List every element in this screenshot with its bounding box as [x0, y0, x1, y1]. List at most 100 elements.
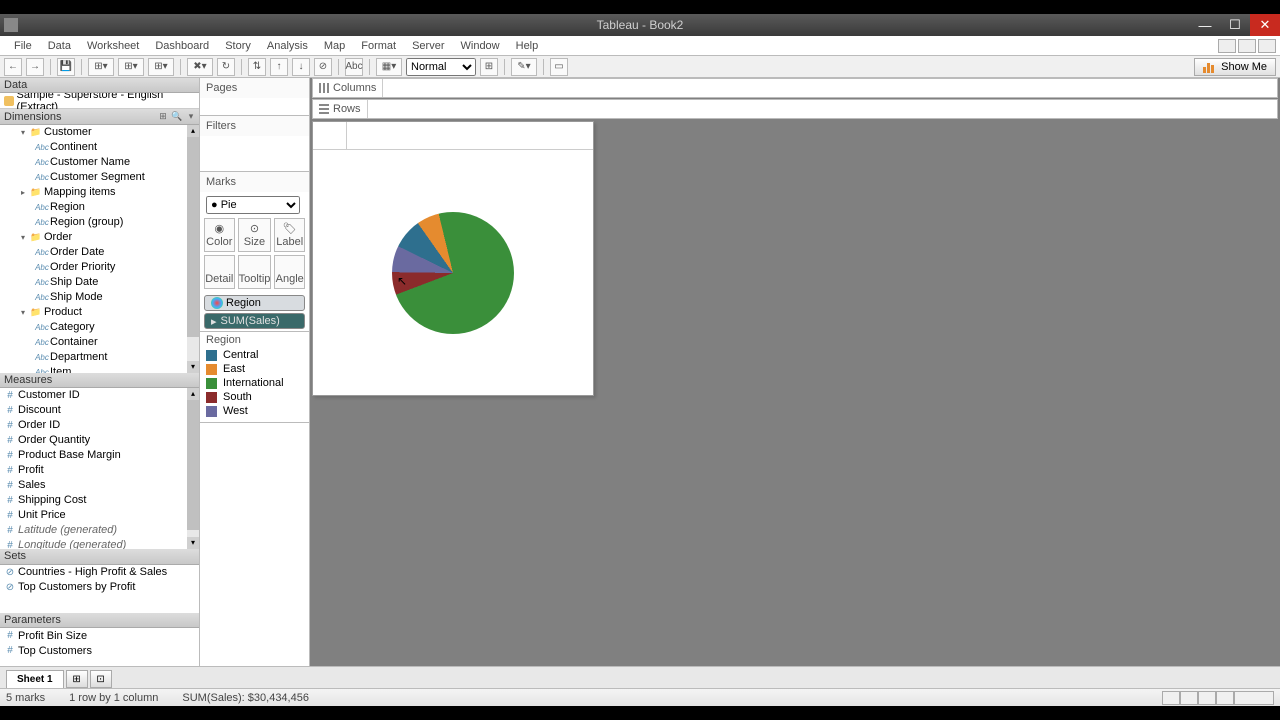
dim-group-product[interactable]: ▾📁Product	[0, 305, 199, 320]
meas-scroll-up[interactable]: ▴	[187, 388, 199, 400]
nav-prev-button[interactable]	[1180, 691, 1198, 705]
mark-angle[interactable]: Angle	[274, 255, 305, 289]
menu-map[interactable]: Map	[316, 40, 353, 52]
dim-opt-icon[interactable]: ⊞	[157, 111, 169, 123]
meas-longitude[interactable]: #Longitude (generated)	[0, 538, 199, 549]
dim-container[interactable]: AbcContainer	[0, 335, 199, 350]
dim-ship-mode[interactable]: AbcShip Mode	[0, 290, 199, 305]
menu-file[interactable]: File	[6, 40, 40, 52]
dim-customer-name[interactable]: AbcCustomer Name	[0, 155, 199, 170]
legend-item-central[interactable]: Central	[206, 348, 303, 362]
dim-scroll-thumb[interactable]	[187, 137, 199, 337]
dim-order-date[interactable]: AbcOrder Date	[0, 245, 199, 260]
pill-sum-sales[interactable]: ▸ SUM(Sales)	[204, 313, 305, 329]
dim-group-mapping[interactable]: ▸📁Mapping items	[0, 185, 199, 200]
menu-server[interactable]: Server	[404, 40, 452, 52]
dim-continent[interactable]: AbcContinent	[0, 140, 199, 155]
search-icon[interactable]: 🔍	[171, 111, 183, 123]
mark-tooltip[interactable]: Tooltip	[238, 255, 272, 289]
close-button[interactable]: ✕	[1250, 14, 1280, 36]
mark-color[interactable]: ◉Color	[204, 218, 235, 252]
nav-last-button[interactable]	[1216, 691, 1234, 705]
new-worksheet-tab[interactable]: ⊞	[66, 670, 88, 688]
maximize-button[interactable]: ☐	[1220, 14, 1250, 36]
nav-slider[interactable]	[1234, 691, 1274, 705]
workspace-btn-2[interactable]	[1238, 39, 1256, 53]
clear-button[interactable]: ✖▾	[187, 58, 213, 76]
labels-button[interactable]: Abc	[345, 58, 363, 76]
meas-discount[interactable]: #Discount	[0, 403, 199, 418]
nav-first-button[interactable]	[1162, 691, 1180, 705]
dim-region-group[interactable]: AbcRegion (group)	[0, 215, 199, 230]
highlight-button[interactable]: ✎▾	[511, 58, 537, 76]
new-datasource-button[interactable]: ⊞▾	[88, 58, 114, 76]
param-top-customers[interactable]: #Top Customers	[0, 643, 199, 658]
nav-next-button[interactable]	[1198, 691, 1216, 705]
back-button[interactable]: ←	[4, 58, 22, 76]
columns-shelf[interactable]: Columns	[312, 78, 1278, 98]
meas-customer-id[interactable]: #Customer ID	[0, 388, 199, 403]
sheet-tab-1[interactable]: Sheet 1	[6, 670, 64, 688]
meas-order-id[interactable]: #Order ID	[0, 418, 199, 433]
mark-type-select[interactable]: ● Pie	[206, 196, 300, 214]
dim-customer-segment[interactable]: AbcCustomer Segment	[0, 170, 199, 185]
pages-shelf[interactable]: Pages	[200, 78, 309, 116]
meas-scroll-down[interactable]: ▾	[187, 537, 199, 549]
dim-order-priority[interactable]: AbcOrder Priority	[0, 260, 199, 275]
filters-shelf[interactable]: Filters	[200, 116, 309, 172]
fix-axes-button[interactable]: ⊞	[480, 58, 498, 76]
dim-ship-date[interactable]: AbcShip Date	[0, 275, 199, 290]
meas-unit-price[interactable]: #Unit Price	[0, 508, 199, 523]
dim-region[interactable]: AbcRegion	[0, 200, 199, 215]
menu-help[interactable]: Help	[508, 40, 547, 52]
dim-scroll-up[interactable]: ▴	[187, 125, 199, 137]
set-top-customers[interactable]: ⊘Top Customers by Profit	[0, 580, 199, 595]
mark-size[interactable]: ⊙Size	[238, 218, 272, 252]
duplicate-button[interactable]: ⊞▾	[148, 58, 174, 76]
param-profit-bin[interactable]: #Profit Bin Size	[0, 628, 199, 643]
color-legend[interactable]: Region CentralEastInternationalSouthWest	[200, 332, 309, 423]
dim-category[interactable]: AbcCategory	[0, 320, 199, 335]
view-cards-button[interactable]: ▦▾	[376, 58, 402, 76]
datasource-item[interactable]: Sample - Superstore - English (Extract)	[0, 93, 199, 109]
menu-window[interactable]: Window	[453, 40, 508, 52]
sort-asc-button[interactable]: ↑	[270, 58, 288, 76]
set-countries[interactable]: ⊘Countries - High Profit & Sales	[0, 565, 199, 580]
dim-group-customer[interactable]: ▾📁Customer	[0, 125, 199, 140]
refresh-button[interactable]: ↻	[217, 58, 235, 76]
meas-latitude[interactable]: #Latitude (generated)	[0, 523, 199, 538]
new-worksheet-button[interactable]: ⊞▾	[118, 58, 144, 76]
legend-item-west[interactable]: West	[206, 404, 303, 418]
meas-sales[interactable]: #Sales	[0, 478, 199, 493]
mark-label[interactable]: 🏷Label	[274, 218, 305, 252]
group-button[interactable]: ⊘	[314, 58, 332, 76]
dim-scroll-down[interactable]: ▾	[187, 361, 199, 373]
save-button[interactable]: 💾	[57, 58, 75, 76]
dim-item[interactable]: AbcItem	[0, 365, 199, 373]
forward-button[interactable]: →	[26, 58, 44, 76]
show-me-button[interactable]: Show Me	[1194, 58, 1276, 76]
sort-desc-button[interactable]: ↓	[292, 58, 310, 76]
minimize-button[interactable]: —	[1190, 14, 1220, 36]
legend-item-international[interactable]: International	[206, 376, 303, 390]
dim-group-order[interactable]: ▾📁Order	[0, 230, 199, 245]
menu-data[interactable]: Data	[40, 40, 79, 52]
meas-product-base-margin[interactable]: #Product Base Margin	[0, 448, 199, 463]
fit-select[interactable]: Normal	[406, 58, 476, 76]
menu-dashboard[interactable]: Dashboard	[147, 40, 217, 52]
meas-profit[interactable]: #Profit	[0, 463, 199, 478]
menu-format[interactable]: Format	[353, 40, 404, 52]
presentation-button[interactable]: ▭	[550, 58, 568, 76]
rows-shelf[interactable]: Rows	[312, 99, 1278, 119]
legend-item-east[interactable]: East	[206, 362, 303, 376]
workspace-btn-3[interactable]	[1258, 39, 1276, 53]
menu-story[interactable]: Story	[217, 40, 259, 52]
new-dashboard-tab[interactable]: ⊡	[90, 670, 112, 688]
meas-scroll-thumb[interactable]	[187, 400, 199, 530]
dim-department[interactable]: AbcDepartment	[0, 350, 199, 365]
meas-order-quantity[interactable]: #Order Quantity	[0, 433, 199, 448]
pie-chart[interactable]	[392, 212, 514, 334]
menu-icon[interactable]: ▾	[185, 111, 197, 123]
mark-detail[interactable]: Detail	[204, 255, 235, 289]
legend-item-south[interactable]: South	[206, 390, 303, 404]
